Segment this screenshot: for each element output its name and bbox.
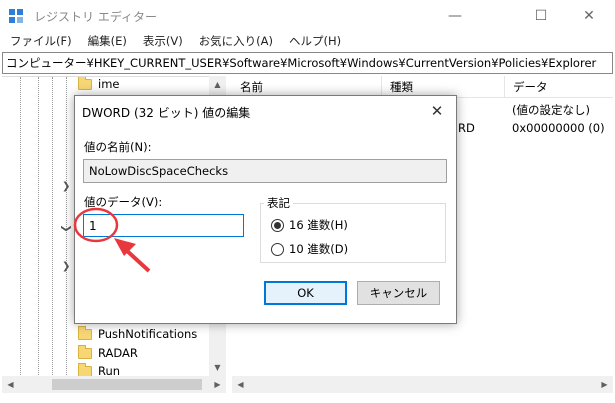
dec-radio-label: 10 進数(D)	[289, 242, 349, 256]
row-type: RD	[458, 121, 475, 135]
tree-item-label: ime	[98, 77, 120, 91]
dialog-title: DWORD (32 ビット) 値の編集	[82, 106, 251, 120]
minimize-button[interactable]: —	[432, 0, 478, 32]
menu-view[interactable]: 表示(V)	[133, 32, 189, 52]
chevron-right-icon[interactable]: ❯	[62, 261, 70, 272]
menu-favorites[interactable]: お気に入り(A)	[189, 32, 279, 52]
list-horizontal-scrollbar[interactable]: ◀ ▶	[232, 376, 613, 393]
tree-horizontal-scrollbar[interactable]: ◀ ▶	[2, 376, 226, 393]
title-bar: レジストリ エディター — ☐ ✕	[0, 0, 615, 32]
menu-file[interactable]: ファイル(F)	[0, 32, 78, 52]
scroll-left-icon[interactable]: ◀	[232, 376, 249, 393]
close-button[interactable]: ✕	[566, 0, 612, 32]
tree-item[interactable]: ime	[78, 77, 120, 93]
menu-edit[interactable]: 編集(E)	[78, 32, 133, 52]
cancel-button[interactable]: キャンセル	[357, 281, 440, 305]
folder-icon	[78, 77, 92, 90]
menu-help[interactable]: ヘルプ(H)	[279, 32, 347, 52]
folder-icon	[78, 325, 92, 340]
radio-selected-icon	[271, 218, 284, 232]
value-data-label: 値のデータ(V):	[84, 195, 163, 209]
tree-item[interactable]: RADAR	[78, 344, 138, 362]
value-name-label: 値の名前(N):	[84, 140, 152, 154]
dialog-title-bar: DWORD (32 ビット) 値の編集 ✕	[75, 96, 456, 126]
hex-radio[interactable]: 16 進数(H)	[271, 217, 348, 233]
scroll-right-icon[interactable]: ▶	[209, 376, 226, 393]
base-group-label: 表記	[264, 195, 293, 211]
edit-dword-dialog: DWORD (32 ビット) 値の編集 ✕ 値の名前(N): NoLowDisc…	[74, 95, 457, 324]
window-title: レジストリ エディター	[34, 10, 157, 24]
scroll-thumb[interactable]	[52, 379, 202, 390]
regedit-icon	[9, 9, 23, 23]
ok-button[interactable]: OK	[264, 281, 347, 305]
address-bar[interactable]: コンピューター¥HKEY_CURRENT_USER¥Software¥Micro…	[2, 52, 613, 74]
column-data[interactable]: データ	[505, 76, 613, 98]
chevron-down-icon[interactable]: ❯	[61, 224, 72, 232]
hex-radio-label: 16 進数(H)	[289, 218, 348, 232]
value-data-input[interactable]	[83, 214, 244, 237]
maximize-button[interactable]: ☐	[518, 0, 564, 32]
tree-guide-line	[20, 77, 21, 377]
scroll-left-icon[interactable]: ◀	[2, 376, 19, 393]
minimize-icon: —	[448, 8, 462, 24]
folder-icon	[78, 344, 92, 359]
scroll-down-icon[interactable]: ▼	[209, 359, 226, 376]
row-data: 0x00000000 (0)	[512, 121, 605, 135]
folder-icon	[78, 362, 92, 377]
dec-radio[interactable]: 10 進数(D)	[271, 241, 348, 257]
tree-item-label: PushNotifications	[98, 327, 198, 341]
maximize-icon: ☐	[534, 8, 548, 24]
row-data: (値の設定なし)	[512, 103, 590, 117]
tree-item[interactable]: PushNotifications	[78, 325, 197, 343]
tree-guide-line	[38, 77, 39, 377]
menu-bar: ファイル(F) 編集(E) 表示(V) お気に入り(A) ヘルプ(H)	[0, 32, 615, 52]
value-name-field: NoLowDiscSpaceChecks	[83, 159, 447, 183]
chevron-right-icon[interactable]: ❯	[62, 181, 70, 192]
tree-item-label: RADAR	[98, 346, 138, 360]
dialog-close-button[interactable]: ✕	[427, 102, 447, 120]
radio-unselected-icon	[271, 242, 284, 256]
close-icon: ✕	[430, 102, 444, 120]
scroll-up-icon[interactable]: ▲	[209, 76, 226, 93]
scroll-right-icon[interactable]: ▶	[596, 376, 613, 393]
tree-guide-line	[52, 77, 53, 377]
close-icon: ✕	[583, 8, 595, 24]
